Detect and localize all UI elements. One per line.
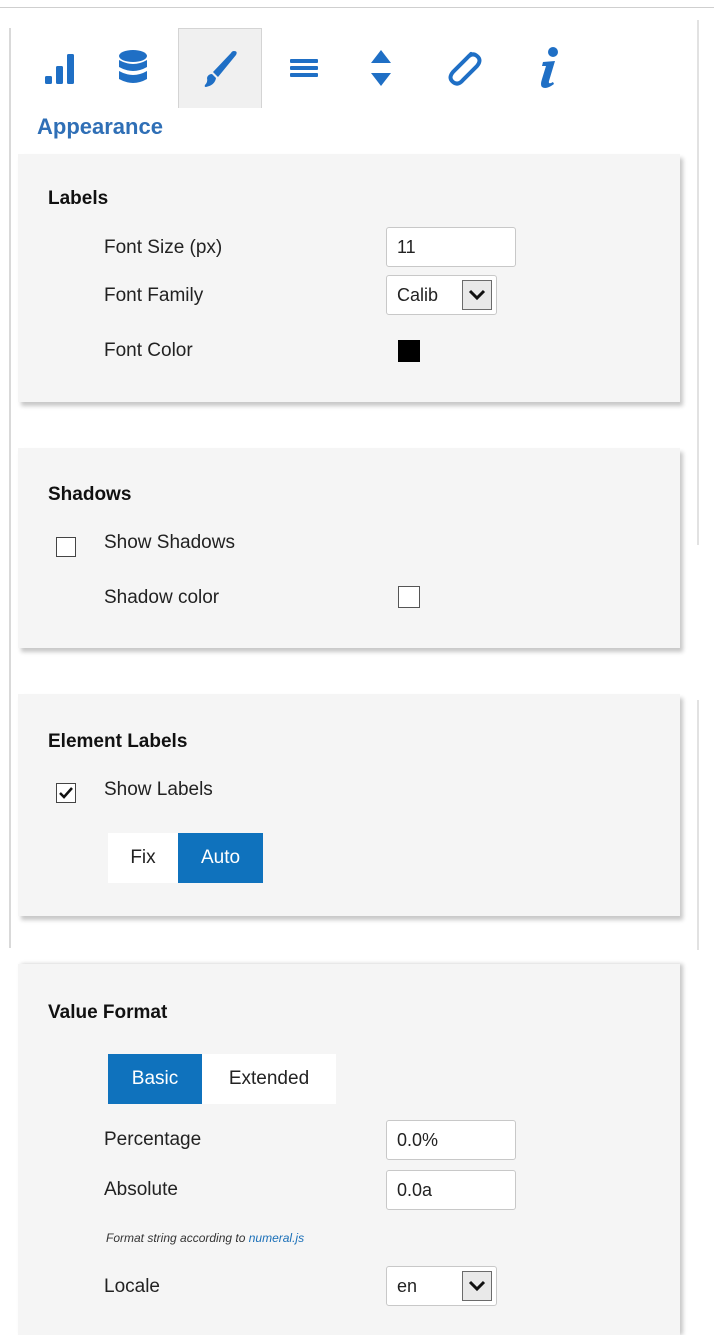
info-icon (541, 47, 558, 88)
settings-tab-bar (28, 28, 588, 108)
tab-info[interactable] (518, 28, 580, 108)
list-icon (290, 59, 318, 77)
tab-chart[interactable] (28, 28, 90, 108)
numeral-js-link[interactable]: numeral.js (249, 1231, 304, 1245)
locale-select[interactable]: en (386, 1266, 497, 1306)
format-help-note: Format string according to numeral.js (106, 1231, 304, 1245)
font-size-label: Font Size (px) (104, 237, 223, 258)
font-color-label: Font Color (104, 340, 193, 361)
tab-appearance[interactable] (178, 28, 262, 108)
sort-arrows-icon (371, 50, 391, 86)
tab-attachment[interactable] (428, 28, 498, 108)
shadows-panel: Shadows Show Shadows Shadow color (18, 448, 680, 648)
brush-icon (204, 50, 237, 87)
paperclip-icon (448, 52, 482, 86)
value-format-panel-title: Value Format (48, 1002, 168, 1023)
font-family-label: Font Family (104, 285, 204, 306)
right-scroll-edge (697, 20, 699, 545)
element-labels-panel: Element Labels Show Labels Fix Auto (18, 694, 680, 916)
percentage-label: Percentage (104, 1129, 202, 1150)
format-mode-toggle: Basic Extended (108, 1054, 336, 1104)
locale-label: Locale (104, 1276, 160, 1297)
label-mode-toggle: Fix Auto (108, 833, 263, 883)
locale-value: en (397, 1275, 418, 1296)
font-family-select[interactable]: Calib (386, 275, 497, 315)
value-format-panel: Value Format Basic Extended Percentage A… (18, 964, 680, 1335)
tab-sort[interactable] (350, 28, 412, 108)
tab-list[interactable] (273, 28, 335, 108)
mode-auto-button[interactable]: Auto (178, 833, 263, 883)
absolute-label: Absolute (104, 1179, 178, 1200)
show-shadows-checkbox[interactable] (56, 537, 76, 557)
top-divider (0, 7, 714, 8)
font-size-input[interactable] (386, 227, 516, 267)
shadows-panel-title: Shadows (48, 484, 132, 505)
show-labels-checkbox[interactable] (56, 783, 76, 803)
mode-extended-button[interactable]: Extended (202, 1054, 336, 1104)
font-family-value: Calib (397, 284, 439, 305)
right-scroll-edge-lower (697, 700, 699, 950)
show-labels-label: Show Labels (104, 779, 213, 800)
left-frame-border (9, 28, 11, 948)
checkmark-icon (59, 787, 73, 799)
absolute-input[interactable] (386, 1170, 516, 1210)
format-help-text: Format string according to (106, 1231, 249, 1245)
tab-data[interactable] (98, 28, 168, 108)
section-title: Appearance (37, 114, 163, 139)
database-icon (119, 50, 147, 83)
mode-basic-button[interactable]: Basic (108, 1054, 202, 1104)
percentage-input[interactable] (386, 1120, 516, 1160)
chevron-down-icon (462, 1271, 492, 1301)
labels-panel: Labels Font Size (px) Font Family Calib … (18, 154, 680, 402)
show-shadows-label: Show Shadows (104, 532, 235, 553)
font-color-swatch[interactable] (398, 340, 420, 362)
shadow-color-swatch[interactable] (398, 586, 420, 608)
mode-fix-button[interactable]: Fix (108, 833, 178, 883)
chevron-down-icon (462, 280, 492, 310)
chart-icon (45, 54, 74, 84)
shadow-color-label: Shadow color (104, 587, 220, 608)
element-labels-panel-title: Element Labels (48, 731, 188, 752)
labels-panel-title: Labels (48, 188, 109, 209)
